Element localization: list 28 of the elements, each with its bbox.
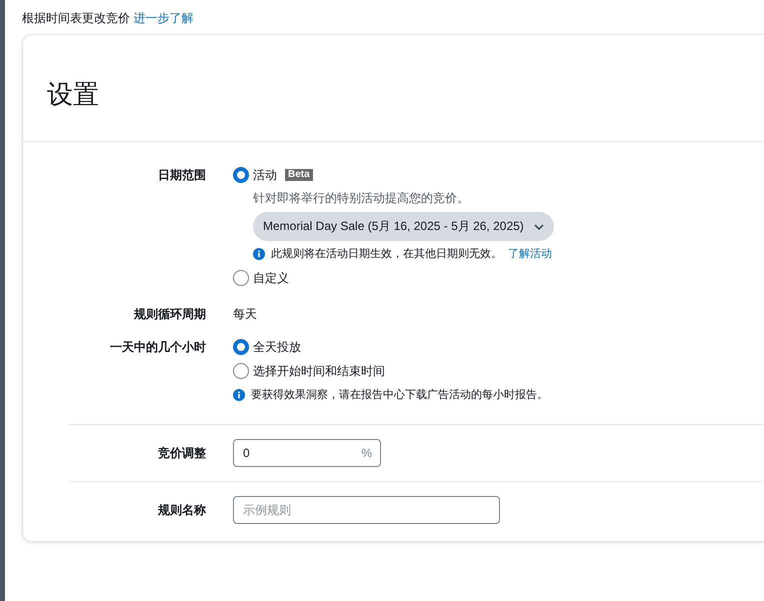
recurrence-value: 每天: [233, 306, 258, 323]
radio-button[interactable]: [233, 339, 249, 355]
field-label: 规则名称: [156, 502, 206, 519]
radio-label[interactable]: 选择开始时间和结束时间: [253, 362, 385, 380]
info-note: 此规则将在活动日期生效，在其他日期则无效。: [271, 247, 502, 262]
rule-name-input[interactable]: 示例规则: [233, 496, 500, 524]
event-dropdown[interactable]: Memorial Day Sale (5月 16, 2025 - 5月 26, 2025): [253, 212, 554, 241]
info-icon: [233, 389, 245, 401]
card-title: 设置: [47, 79, 99, 109]
radio-button[interactable]: [233, 363, 249, 379]
field-label: 日期范围: [157, 167, 206, 184]
percent-unit: %: [361, 446, 372, 460]
caret-icon: [534, 224, 544, 230]
info-icon: [253, 248, 265, 260]
field-label: 竞价调整: [157, 445, 206, 462]
field-label: 规则循环周期: [132, 306, 206, 323]
learn-more-link[interactable]: 进一步了解: [133, 11, 194, 25]
radio-label[interactable]: 全天投放: [253, 338, 301, 356]
beta-badge: Beta: [285, 169, 313, 181]
radio-label[interactable]: 活动: [253, 166, 277, 184]
page-subtitle: 根据时间表更改竞价: [22, 11, 130, 25]
radio-button[interactable]: [233, 270, 249, 286]
info-note: 要获得效果洞察，请在报告中心下载广告活动的每小时报告。: [251, 388, 548, 403]
radio-label[interactable]: 自定义: [253, 270, 289, 286]
learn-events-link[interactable]: 了解活动: [508, 245, 552, 263]
option-description: 针对即将举行的特别活动提高您的竞价。: [253, 190, 469, 206]
field-label: 一天中的几个小时: [109, 339, 206, 356]
radio-button[interactable]: [233, 167, 249, 183]
